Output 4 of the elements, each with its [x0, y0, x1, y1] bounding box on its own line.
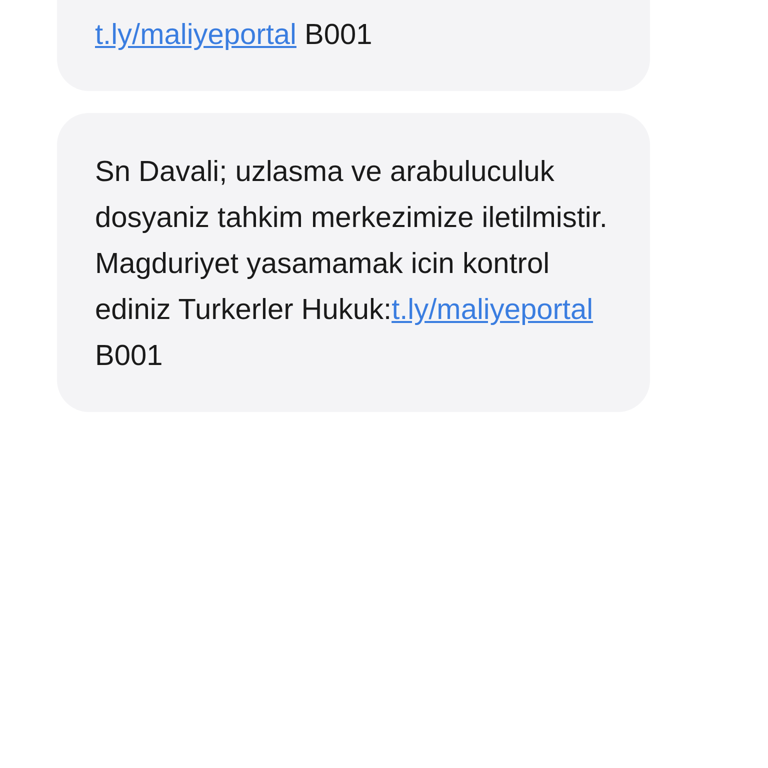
message-text: Sn Davali; uzlasma ve arabuluculuk dosyaniz tahkim merkezimize iletilmistir. Magduriyet yasamamak icin kontrol ediniz Turkerler Hukuk:t.ly/maliyeportal B001 [95, 155, 608, 374]
message-link[interactable]: t.ly/maliyeportal [392, 294, 594, 326]
message-text: t.ly/maliyeportal B001 [95, 18, 374, 53]
message-link[interactable]: t.ly/maliyeportal [95, 19, 296, 51]
